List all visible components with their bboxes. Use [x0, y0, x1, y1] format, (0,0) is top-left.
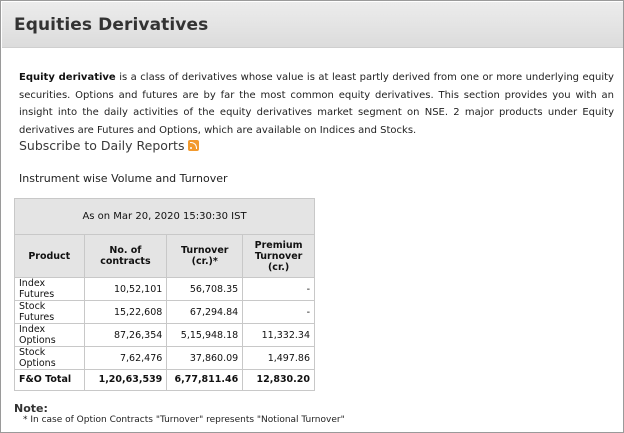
table-row: Index Futures 10,52,101 56,708.35 -: [14, 277, 315, 301]
table-total-row: F&O Total 1,20,63,539 6,77,811.46 12,830…: [14, 369, 315, 391]
cell-turnover: 37,860.09: [166, 346, 244, 370]
note-text: * In case of Option Contracts "Turnover"…: [23, 415, 345, 425]
table-row: Index Options 87,26,354 5,15,948.18 11,3…: [14, 323, 315, 347]
cell-product: Index Options: [14, 323, 85, 347]
column-header-product: Product: [14, 234, 85, 278]
cell-premium: -: [242, 300, 315, 324]
cell-product: Stock Options: [14, 346, 85, 370]
cell-premium: 12,830.20: [242, 369, 315, 391]
subscribe-label[interactable]: Subscribe to Daily Reports: [19, 138, 184, 153]
note-title: Note:: [14, 402, 48, 415]
cell-contracts: 10,52,101: [83, 277, 168, 301]
subscribe-link[interactable]: Subscribe to Daily Reports: [19, 138, 200, 153]
cell-premium: 1,497.86: [242, 346, 315, 370]
page-header: Equities Derivatives: [2, 2, 623, 48]
section-label: Instrument wise Volume and Turnover: [19, 172, 228, 185]
intro-term: Equity derivative: [19, 72, 116, 83]
intro-paragraph: Equity derivative is a class of derivati…: [19, 69, 614, 139]
table-row: Stock Options 7,62,476 37,860.09 1,497.8…: [14, 346, 315, 370]
cell-turnover: 67,294.84: [166, 300, 244, 324]
cell-contracts: 7,62,476: [83, 346, 168, 370]
cell-premium: 11,332.34: [242, 323, 315, 347]
cell-contracts: 87,26,354: [83, 323, 168, 347]
derivatives-table: As on Mar 20, 2020 15:30:30 IST Product …: [14, 198, 315, 391]
cell-turnover: 6,77,811.46: [166, 369, 244, 391]
cell-contracts: 1,20,63,539: [83, 369, 168, 391]
column-header-contracts: No. of contracts: [83, 234, 168, 278]
cell-product: F&O Total: [14, 369, 85, 391]
rss-icon[interactable]: [188, 140, 200, 151]
page-frame: Equities Derivatives Equity derivative i…: [0, 0, 624, 433]
column-header-premium-turnover: Premium Turnover (cr.): [242, 234, 315, 278]
table-row: Stock Futures 15,22,608 67,294.84 -: [14, 300, 315, 324]
cell-turnover: 56,708.35: [166, 277, 244, 301]
column-header-turnover: Turnover (cr.)*: [166, 234, 244, 278]
cell-product: Index Futures: [14, 277, 85, 301]
page-title: Equities Derivatives: [14, 15, 209, 35]
cell-contracts: 15,22,608: [83, 300, 168, 324]
cell-turnover: 5,15,948.18: [166, 323, 244, 347]
as-of-timestamp: As on Mar 20, 2020 15:30:30 IST: [14, 198, 315, 235]
cell-premium: -: [242, 277, 315, 301]
cell-product: Stock Futures: [14, 300, 85, 324]
